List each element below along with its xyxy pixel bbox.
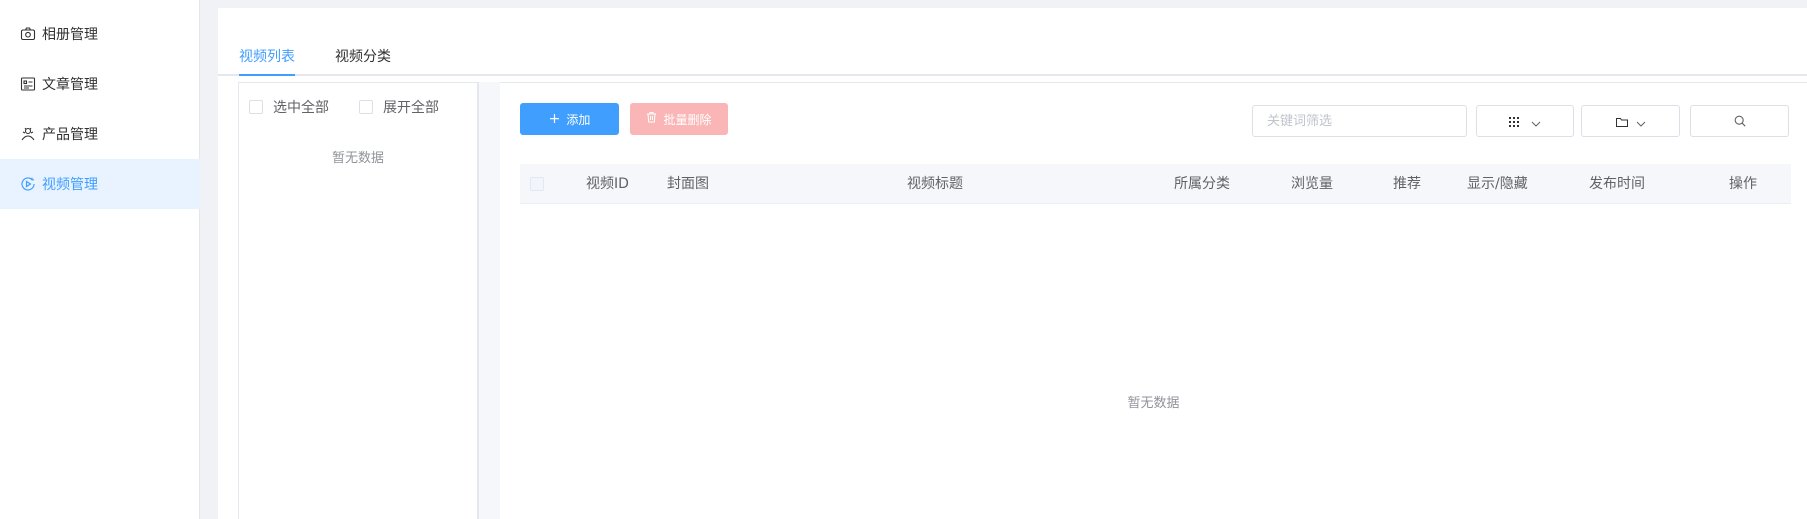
tab-bar: 视频列表 视频分类 [218, 34, 1807, 76]
grid-icon [1509, 112, 1519, 131]
chevron-down-icon [1636, 112, 1646, 131]
select-all-rows-checkbox[interactable] [530, 177, 544, 191]
camera-icon [20, 26, 36, 42]
column-header-recommend[interactable]: 推荐 [1393, 164, 1421, 204]
trash-icon [646, 111, 657, 127]
column-header-video-id[interactable]: 视频ID [586, 164, 629, 204]
sidebar-item-album[interactable]: 相册管理 [0, 9, 200, 59]
sidebar: 相册管理 文章管理 产品管理 视频管理 [0, 0, 200, 519]
column-header-publish-time[interactable]: 发布时间 [1589, 164, 1645, 204]
search-icon [1734, 112, 1746, 131]
category-empty-text: 暂无数据 [331, 151, 384, 166]
column-header-title[interactable]: 视频标题 [907, 164, 963, 204]
column-header-cover[interactable]: 封面图 [667, 164, 709, 204]
table-header: 视频ID 封面图 视频标题 所属分类 浏览量 推荐 显示/隐藏 发布时间 操作 [520, 164, 1791, 204]
category-tree-panel: 选中全部 展开全部 暂无数据 [238, 82, 478, 519]
plus-icon: + [548, 111, 561, 127]
sidebar-item-label: 视频管理 [42, 177, 98, 193]
tab-video-category[interactable]: 视频分类 [335, 46, 391, 76]
checkbox-box [359, 100, 373, 114]
checkbox-box [249, 100, 263, 114]
sidebar-item-video[interactable]: 视频管理 [0, 159, 200, 209]
batch-delete-label: 批量删除 [663, 112, 712, 127]
chevron-down-icon [1531, 112, 1541, 131]
table-empty-text: 暂无数据 [1127, 396, 1180, 411]
column-header-visibility[interactable]: 显示/隐藏 [1467, 164, 1528, 204]
column-header-views[interactable]: 浏览量 [1291, 164, 1333, 204]
product-icon [20, 126, 36, 142]
keyword-search-input[interactable] [1252, 105, 1467, 137]
search-button[interactable] [1690, 105, 1789, 137]
add-button[interactable]: + 添加 [520, 103, 619, 135]
sidebar-item-label: 相册管理 [42, 27, 98, 43]
sidebar-item-label: 产品管理 [42, 127, 98, 143]
main-content: 视频列表 视频分类 选中全部 展开全部 暂无数据 + 添加 批量删除 关键词筛选… [218, 8, 1807, 519]
article-icon [20, 76, 36, 92]
column-header-actions[interactable]: 操作 [1729, 164, 1757, 204]
column-header-category[interactable]: 所属分类 [1174, 164, 1230, 204]
video-list-panel: + 添加 批量删除 关键词筛选 视频ID 封面图 视频标题 所属分类 浏览量 推… [500, 82, 1807, 519]
sidebar-item-product[interactable]: 产品管理 [0, 109, 200, 159]
folder-select[interactable] [1581, 105, 1680, 137]
tab-video-list[interactable]: 视频列表 [239, 46, 295, 76]
expand-all-checkbox[interactable]: 展开全部 [359, 97, 439, 117]
view-mode-select[interactable] [1476, 105, 1574, 137]
panel-divider [478, 82, 500, 519]
batch-delete-button[interactable]: 批量删除 [630, 103, 728, 135]
select-all-checkbox[interactable]: 选中全部 [249, 97, 329, 117]
sidebar-item-label: 文章管理 [42, 77, 98, 93]
add-button-label: 添加 [566, 112, 591, 127]
video-icon [20, 176, 36, 192]
expand-all-label: 展开全部 [383, 100, 439, 116]
folder-icon [1615, 112, 1628, 131]
sidebar-item-article[interactable]: 文章管理 [0, 59, 200, 109]
select-all-label: 选中全部 [273, 100, 329, 116]
